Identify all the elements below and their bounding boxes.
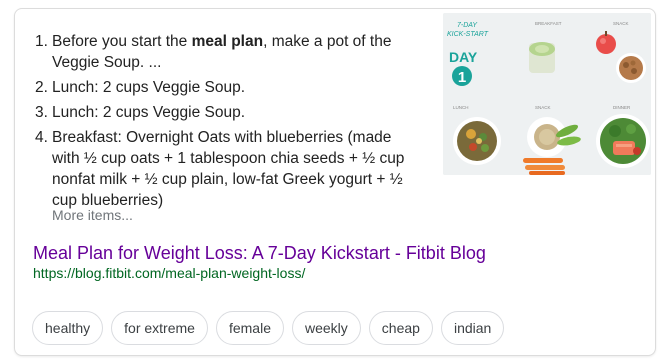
chip-for-extreme[interactable]: for extreme: [111, 311, 208, 345]
breakfast-glass-icon: [529, 42, 555, 73]
step-text: Lunch: 2 cups Veggie Soup.: [52, 79, 246, 96]
kickstart-line1: 7-DAY: [457, 22, 478, 29]
step-item: 4. Breakfast: Overnight Oats with bluebe…: [35, 127, 415, 211]
step-highlight: meal plan: [191, 33, 264, 50]
step-text: Before you start the: [52, 33, 192, 50]
day-number: 1: [458, 69, 466, 86]
step-item: 3. Lunch: 2 cups Veggie Soup.: [35, 102, 415, 123]
featured-snippet-card: 1. Before you start the meal plan, make …: [14, 8, 656, 356]
label-snack-top: SNACK: [613, 21, 629, 26]
refinement-chips: healthy for extreme female weekly cheap …: [32, 311, 505, 345]
chip-indian[interactable]: indian: [440, 311, 505, 345]
step-number: 3.: [35, 104, 48, 121]
almond-bowl-icon: [616, 53, 646, 83]
step-number: 2.: [35, 79, 48, 96]
chip-weekly[interactable]: weekly: [292, 311, 361, 345]
chip-cheap[interactable]: cheap: [368, 311, 433, 345]
soup-bowl-icon: [453, 117, 501, 165]
step-item: 1. Before you start the meal plan, make …: [35, 31, 415, 73]
day-label: DAY: [449, 49, 478, 65]
dinner-plate-icon: [596, 114, 650, 168]
chip-healthy[interactable]: healthy: [32, 311, 104, 345]
result-title-link[interactable]: Meal Plan for Weight Loss: A 7-Day Kicks…: [33, 243, 486, 264]
step-item: 2. Lunch: 2 cups Veggie Soup.: [35, 77, 415, 98]
thumbnail-image: 7-DAY KICK-START DAY 1 BREAKFAST SNACK L…: [443, 13, 651, 175]
label-breakfast: BREAKFAST: [535, 21, 562, 26]
meal-plan-thumbnail[interactable]: 7-DAY KICK-START DAY 1 BREAKFAST SNACK L…: [443, 13, 651, 175]
step-number: 1.: [35, 33, 48, 50]
result-url: https://blog.fitbit.com/meal-plan-weight…: [33, 265, 306, 281]
step-number: 4.: [35, 129, 48, 146]
label-dinner: DINNER: [613, 105, 631, 110]
more-items-link[interactable]: More items...: [52, 207, 133, 223]
kickstart-line2: KICK-START: [447, 31, 489, 38]
meal-plan-steps: 1. Before you start the meal plan, make …: [35, 31, 415, 215]
step-text: Breakfast: Overnight Oats with blueberri…: [52, 129, 405, 209]
label-lunch: LUNCH: [453, 105, 469, 110]
chip-female[interactable]: female: [215, 311, 284, 345]
step-text: Lunch: 2 cups Veggie Soup.: [52, 104, 246, 121]
label-snack-bottom: SNACK: [535, 105, 551, 110]
